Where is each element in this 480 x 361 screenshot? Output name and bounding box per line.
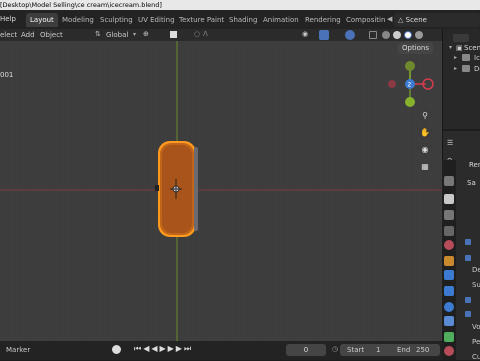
ortho-grid-icon[interactable]: ▦ <box>418 159 432 173</box>
transform-orientation-icon[interactable]: ⇅ <box>95 30 101 38</box>
end-field[interactable]: 250 <box>416 346 429 354</box>
timeline-bar: Marker ⏮◀◀▶▶▶⏭ 0 ◷ Start 1 End 250 <box>0 341 442 360</box>
menu-help[interactable]: Help <box>0 15 16 23</box>
tab-texture-paint[interactable]: Texture Paint <box>175 13 228 27</box>
particles-tab-icon[interactable] <box>444 286 454 296</box>
wireframe-shading-icon[interactable] <box>382 31 390 39</box>
window-title: [Desktop\Model Selling\ce cream\icecream… <box>0 0 480 10</box>
clock-icon[interactable]: ◷ <box>332 345 338 353</box>
start-label: Start <box>347 346 365 354</box>
properties-tabs <box>442 160 456 360</box>
checkbox[interactable] <box>465 311 471 317</box>
pan-hand-icon[interactable]: ✋ <box>418 125 432 139</box>
outliner-panel: ▾ ▣ Scene ▸ Ic ▸ De <box>442 29 480 129</box>
rendered-shading-icon[interactable] <box>415 31 423 39</box>
performance-panel-label[interactable]: Per <box>472 338 480 346</box>
scene-label: Scene <box>405 16 427 24</box>
start-field[interactable]: 1 <box>376 346 380 354</box>
tab-layout[interactable]: Layout <box>26 13 58 27</box>
proportional-edit-icon[interactable]: ○ <box>194 30 200 38</box>
falloff-icon[interactable]: Λ <box>203 30 208 38</box>
navigation-gizmo[interactable]: z <box>386 59 436 111</box>
outliner-filter-icon[interactable] <box>453 34 469 42</box>
tab-modeling[interactable]: Modeling <box>58 13 98 27</box>
top-bar: Help Layout Modeling Sculpting UV Editin… <box>0 10 480 29</box>
options-button[interactable]: Options <box>398 43 434 54</box>
data-tab-icon[interactable] <box>444 332 454 342</box>
outliner-scene-label[interactable]: Scene <box>464 44 480 52</box>
constraints-tab-icon[interactable] <box>444 316 454 326</box>
chevron-down-icon[interactable]: ▾ <box>133 31 136 38</box>
gizmo-toggle-icon[interactable] <box>319 30 329 40</box>
overlay-toggle-icon[interactable] <box>345 30 355 40</box>
outliner-item-default[interactable]: De <box>474 65 480 73</box>
viewport-header: elect Add Object ⇅ Global ▾ ⊕ ○ Λ ◉ <box>0 29 442 41</box>
tab-rendering[interactable]: Rendering <box>301 13 345 27</box>
depth-panel-label[interactable]: Dep <box>472 266 480 274</box>
tab-sculpting[interactable]: Sculpting <box>96 13 137 27</box>
scene-tab-icon[interactable] <box>444 240 454 250</box>
modifier-tab-icon[interactable] <box>444 270 454 280</box>
volumetric-panel-label[interactable]: Vol <box>472 323 480 331</box>
render-tab-icon[interactable] <box>444 194 454 204</box>
tab-uv-editing[interactable]: UV Editing <box>134 13 179 27</box>
output-tab-icon[interactable] <box>444 210 454 220</box>
checkbox[interactable] <box>465 239 471 245</box>
properties-editor-icon[interactable]: ☰ <box>447 139 453 147</box>
menu-select[interactable]: elect <box>0 31 17 39</box>
scene-collection-icon: ▣ <box>456 44 463 52</box>
tab-compositing[interactable]: Compositin <box>342 13 389 27</box>
end-label: End <box>397 346 411 354</box>
tab-animation[interactable]: Animation <box>259 13 303 27</box>
camera-view-icon[interactable]: ◉ <box>418 142 432 156</box>
3d-viewport[interactable]: 001 z ⚲ ✋ ◉ ▦ Options <box>0 41 442 341</box>
material-tab-icon[interactable] <box>444 346 454 356</box>
viewport-grid <box>0 41 442 341</box>
view-layer-tab-icon[interactable] <box>444 226 454 236</box>
checkbox[interactable] <box>465 255 471 261</box>
expand-arrow-icon[interactable]: ▸ <box>454 65 457 72</box>
material-shading-icon[interactable] <box>404 31 412 39</box>
zoom-icon[interactable]: ⚲ <box>418 108 432 122</box>
marker-menu[interactable]: Marker <box>6 346 30 354</box>
playback-controls[interactable]: ⏮◀◀▶▶▶⏭ <box>134 344 193 354</box>
record-icon[interactable] <box>112 345 121 354</box>
outliner-item-icecream[interactable]: Ic <box>474 54 480 62</box>
workspace-arrow-icon[interactable]: ◀ <box>387 15 392 23</box>
icecream-object[interactable] <box>150 137 204 241</box>
object-name-label: 001 <box>0 71 14 79</box>
physics-tab-icon[interactable] <box>444 302 454 312</box>
checkbox[interactable] <box>465 297 471 303</box>
transform-orientation-select[interactable]: Global <box>106 31 128 39</box>
expand-arrow-icon[interactable]: ▸ <box>454 54 457 61</box>
object-tab-icon[interactable] <box>444 256 454 266</box>
subsurface-panel-label[interactable]: Sub <box>472 281 480 289</box>
solid-shading-icon[interactable] <box>393 31 401 39</box>
menu-add[interactable]: Add <box>21 31 35 39</box>
scene-selector[interactable]: △ Scene <box>394 13 480 27</box>
pivot-icon[interactable]: ⊕ <box>143 30 149 38</box>
render-engine-label: Rend <box>469 161 480 169</box>
tool-tab-icon[interactable] <box>444 176 454 186</box>
current-frame-field[interactable]: 0 <box>286 344 326 356</box>
snap-icon[interactable] <box>170 31 177 38</box>
collection-icon <box>462 65 470 72</box>
visibility-icon[interactable]: ◉ <box>302 30 308 38</box>
sampling-panel-label[interactable]: Sa <box>467 179 476 187</box>
expand-arrow-icon[interactable]: ▾ <box>449 44 452 51</box>
tab-shading[interactable]: Shading <box>225 13 261 27</box>
svg-text:z: z <box>408 81 412 89</box>
menu-object[interactable]: Object <box>40 31 63 39</box>
collection-icon <box>462 54 470 61</box>
xray-icon[interactable] <box>369 31 377 39</box>
scene-icon: △ <box>398 16 404 24</box>
